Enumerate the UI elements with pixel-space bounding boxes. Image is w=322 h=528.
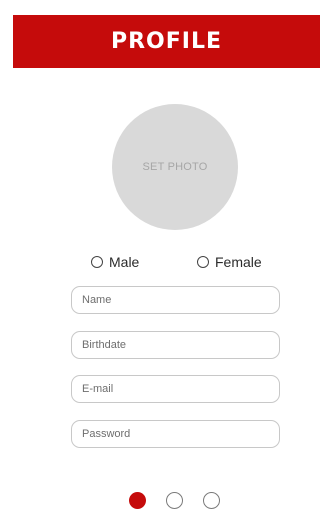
female-radio[interactable] bbox=[197, 256, 209, 268]
gender-option-female[interactable]: Female bbox=[197, 253, 262, 271]
page-indicator-3[interactable] bbox=[203, 492, 220, 509]
profile-header: PROFILE bbox=[13, 15, 320, 68]
male-radio[interactable] bbox=[91, 256, 103, 268]
page-indicator-1[interactable] bbox=[129, 492, 146, 509]
gender-option-male[interactable]: Male bbox=[91, 253, 139, 271]
page-title: PROFILE bbox=[110, 29, 223, 54]
set-photo-button[interactable]: SET PHOTO bbox=[112, 104, 238, 230]
birthdate-input[interactable] bbox=[71, 331, 280, 359]
password-input[interactable] bbox=[71, 420, 280, 448]
female-label: Female bbox=[215, 254, 262, 270]
page-indicator-2[interactable] bbox=[166, 492, 183, 509]
male-label: Male bbox=[109, 254, 140, 270]
email-input[interactable] bbox=[71, 375, 280, 403]
set-photo-label: SET PHOTO bbox=[142, 161, 208, 173]
name-input[interactable] bbox=[71, 286, 280, 314]
